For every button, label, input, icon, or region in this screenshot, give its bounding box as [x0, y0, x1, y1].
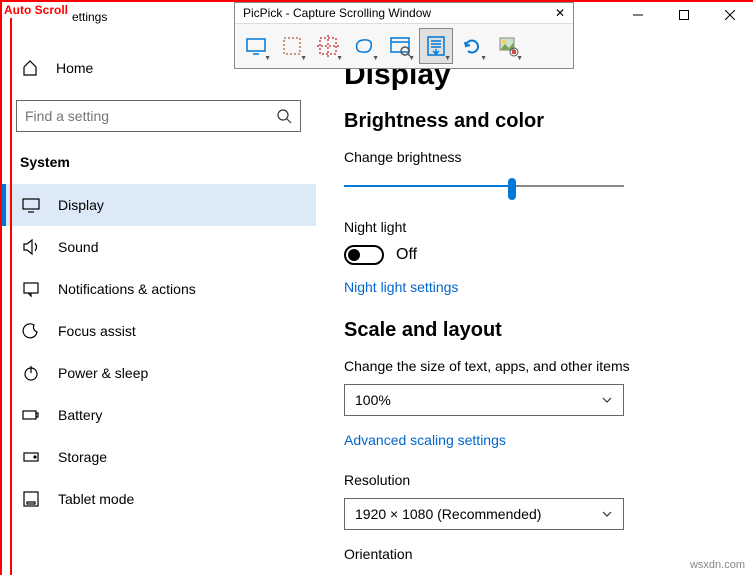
- section-heading: Brightness and color: [344, 110, 724, 133]
- scale-label: Change the size of text, apps, and other…: [344, 358, 724, 374]
- night-light-toggle-row: Off: [344, 245, 724, 265]
- sidebar-item-tablet[interactable]: Tablet mode: [2, 478, 316, 520]
- sidebar-item-battery[interactable]: Battery: [2, 394, 316, 436]
- window-controls: [615, 0, 753, 30]
- sidebar-item-label: Notifications & actions: [58, 281, 196, 297]
- night-light-label: Night light: [344, 219, 724, 235]
- scale-value: 100%: [355, 392, 391, 408]
- battery-icon: [22, 406, 40, 424]
- tablet-icon: [22, 490, 40, 508]
- sidebar-item-label: Display: [58, 197, 104, 213]
- brightness-label: Change brightness: [344, 149, 724, 165]
- chevron-down-icon: [601, 508, 613, 520]
- night-light-settings-link[interactable]: Night light settings: [344, 279, 724, 295]
- focus-icon: [22, 322, 40, 340]
- sidebar-item-label: Focus assist: [58, 323, 136, 339]
- sidebar-item-notifications[interactable]: Notifications & actions: [2, 268, 316, 310]
- tool-repeat[interactable]: ▼: [455, 28, 489, 64]
- tool-color-picker[interactable]: ▼: [491, 28, 525, 64]
- storage-icon: [22, 448, 40, 466]
- capture-border-left: [0, 0, 12, 575]
- chevron-down-icon: [601, 394, 613, 406]
- tool-window[interactable]: ▼: [383, 28, 417, 64]
- sidebar: Home System Display Sound Notifications …: [16, 50, 316, 520]
- category-heading: System: [16, 154, 316, 170]
- sidebar-item-storage[interactable]: Storage: [2, 436, 316, 478]
- sidebar-item-power[interactable]: Power & sleep: [2, 352, 316, 394]
- tool-fixed-region[interactable]: ▼: [311, 28, 345, 64]
- sidebar-item-display[interactable]: Display: [2, 184, 316, 226]
- night-light-state: Off: [396, 246, 417, 264]
- window-title: ettings: [72, 10, 107, 24]
- sidebar-item-label: Battery: [58, 407, 102, 423]
- display-icon: [22, 196, 40, 214]
- slider-thumb[interactable]: [508, 178, 516, 200]
- resolution-label: Resolution: [344, 472, 724, 488]
- picpick-close-icon[interactable]: ✕: [555, 6, 565, 20]
- picpick-title-text: PicPick - Capture Scrolling Window: [243, 6, 431, 20]
- picpick-titlebar[interactable]: PicPick - Capture Scrolling Window ✕: [235, 3, 573, 24]
- sidebar-item-label: Sound: [58, 239, 98, 255]
- tool-region[interactable]: ▼: [275, 28, 309, 64]
- power-icon: [22, 364, 40, 382]
- sidebar-item-sound[interactable]: Sound: [2, 226, 316, 268]
- sidebar-item-label: Power & sleep: [58, 365, 148, 381]
- sidebar-item-focus[interactable]: Focus assist: [2, 310, 316, 352]
- search-box[interactable]: [16, 100, 301, 132]
- minimize-button[interactable]: [615, 0, 661, 30]
- toggle-knob: [348, 249, 360, 261]
- sound-icon: [22, 238, 40, 256]
- home-icon: [22, 60, 38, 76]
- notifications-icon: [22, 280, 40, 298]
- sidebar-item-label: Tablet mode: [58, 491, 134, 507]
- tool-scrolling[interactable]: ▼: [419, 28, 453, 64]
- tool-fullscreen[interactable]: ▼: [239, 28, 273, 64]
- advanced-scaling-link[interactable]: Advanced scaling settings: [344, 432, 724, 448]
- resolution-select[interactable]: 1920 × 1080 (Recommended): [344, 498, 624, 530]
- brightness-slider[interactable]: [344, 175, 624, 199]
- night-light-toggle[interactable]: [344, 245, 384, 265]
- picpick-window: PicPick - Capture Scrolling Window ✕ ▼ ▼…: [234, 2, 574, 69]
- section-heading: Scale and layout: [344, 319, 724, 342]
- tool-freehand[interactable]: ▼: [347, 28, 381, 64]
- scale-select[interactable]: 100%: [344, 384, 624, 416]
- picpick-toolbar: ▼ ▼ ▼ ▼ ▼ ▼ ▼ ▼: [235, 24, 573, 68]
- content-area: Display Brightness and color Change brig…: [344, 58, 724, 572]
- close-button[interactable]: [707, 0, 753, 30]
- resolution-value: 1920 × 1080 (Recommended): [355, 506, 541, 522]
- auto-scroll-badge: Auto Scroll: [2, 2, 70, 18]
- search-input[interactable]: [25, 108, 276, 124]
- nav-list: Display Sound Notifications & actions Fo…: [2, 184, 316, 520]
- home-label: Home: [56, 60, 93, 76]
- search-icon: [276, 108, 292, 124]
- maximize-button[interactable]: [661, 0, 707, 30]
- watermark: wsxdn.com: [690, 559, 745, 571]
- slider-fill: [344, 185, 512, 187]
- orientation-label: Orientation: [344, 546, 724, 562]
- sidebar-item-label: Storage: [58, 449, 107, 465]
